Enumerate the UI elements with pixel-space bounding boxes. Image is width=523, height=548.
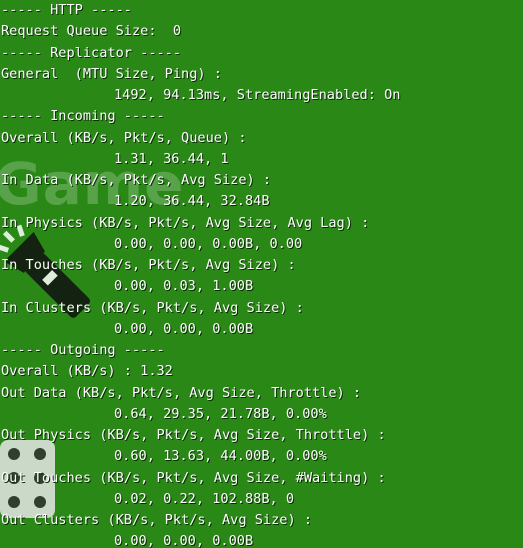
general-label: General (MTU Size, Ping) : [1,65,222,82]
in-touches-value: 0.00, 0.03, 1.00B [114,278,254,295]
in-physics-label: In Physics (KB/s, Pkt/s, Avg Size, Avg L… [1,214,370,231]
replicator-header: ----- Replicator ----- [1,44,182,61]
http-header: ----- HTTP ----- [1,2,132,18]
general-value: 1492, 94.13ms, StreamingEnabled: On [114,87,401,103]
overall-out: Overall (KB/s) : 1.32 [1,363,173,380]
out-touches-label: Out Touches (KB/s, Pkt/s, Avg Size, #Wai… [1,469,386,486]
incoming-header: ----- Incoming ----- [1,108,165,125]
overall-in-value: 1.31, 36.44, 1 [114,150,229,167]
overall-in-label: Overall (KB/s, Pkt/s, Queue) : [1,129,247,146]
in-clusters-label: In Clusters (KB/s, Pkt/s, Avg Size) : [1,299,304,316]
out-data-value: 0.64, 29.35, 21.78B, 0.00% [114,405,327,422]
out-touches-value: 0.02, 0.22, 102.88B, 0 [114,490,295,507]
out-data-label: Out Data (KB/s, Pkt/s, Avg Size, Throttl… [1,384,362,401]
in-data-label: In Data (KB/s, Pkt/s, Avg Size) : [1,172,272,188]
network-stats-panel: ----- HTTP ----- Request Queue Size: 0 -… [1,0,523,548]
in-data-value: 1.20, 36.44, 32.84B [114,193,270,210]
outgoing-header: ----- Outgoing ----- [1,342,165,358]
in-touches-label: In Touches (KB/s, Pkt/s, Avg Size) : [1,257,296,273]
out-physics-label: Out Physics (KB/s, Pkt/s, Avg Size, Thro… [1,427,386,443]
game-viewport: Game ----- HTTP ----- Request Queue Size… [0,0,523,548]
out-physics-value: 0.60, 13.63, 44.00B, 0.00% [114,448,327,465]
in-clusters-value: 0.00, 0.00, 0.00B [114,320,254,337]
request-queue-size: Request Queue Size: 0 [1,23,182,40]
in-physics-value: 0.00, 0.00, 0.00B, 0.00 [114,235,303,252]
out-clusters-value: 0.00, 0.00, 0.00B [114,533,254,548]
out-clusters-label: Out Clusters (KB/s, Pkt/s, Avg Size) : [1,512,312,528]
